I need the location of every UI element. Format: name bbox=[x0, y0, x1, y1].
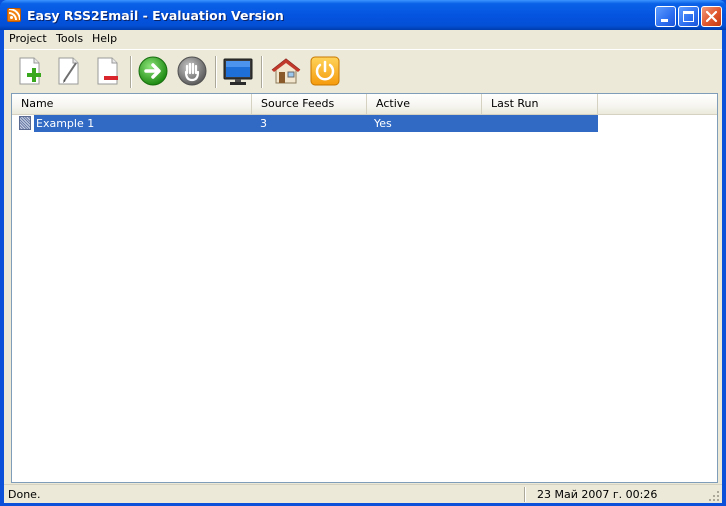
home-icon bbox=[271, 58, 301, 84]
status-datetime: 23 Май 2007 г. 00:26 bbox=[537, 488, 658, 501]
project-list[interactable]: Name Source Feeds Active Last Run Exampl… bbox=[11, 93, 718, 483]
project-icon bbox=[19, 116, 31, 130]
list-item[interactable]: Example 1 3 Yes bbox=[19, 115, 599, 132]
edit-project-icon bbox=[58, 57, 79, 85]
monitor-icon bbox=[223, 58, 253, 85]
add-project-icon bbox=[19, 57, 41, 85]
add-project-button[interactable] bbox=[13, 54, 47, 88]
minimize-button[interactable] bbox=[655, 6, 676, 27]
power-icon bbox=[310, 56, 340, 86]
stop-button[interactable] bbox=[175, 54, 209, 88]
monitor-button[interactable] bbox=[221, 54, 255, 88]
toolbar-separator bbox=[130, 56, 132, 88]
close-button[interactable] bbox=[701, 6, 722, 27]
toolbar bbox=[4, 50, 722, 92]
run-icon bbox=[138, 56, 168, 86]
menu-tools[interactable]: Tools bbox=[56, 32, 83, 45]
stop-icon bbox=[177, 56, 207, 86]
close-icon bbox=[705, 10, 718, 23]
delete-project-button[interactable] bbox=[91, 54, 125, 88]
run-button[interactable] bbox=[136, 54, 170, 88]
column-header-source-feeds[interactable]: Source Feeds bbox=[252, 94, 367, 114]
edit-project-button[interactable] bbox=[52, 54, 86, 88]
delete-project-icon bbox=[97, 57, 118, 85]
power-button[interactable] bbox=[308, 54, 342, 88]
column-header-name[interactable]: Name bbox=[12, 94, 252, 114]
cell-source-feeds: 3 bbox=[260, 117, 267, 130]
main-window: Easy RSS2Email - Evaluation Version Proj… bbox=[0, 0, 726, 506]
rss-icon[interactable] bbox=[7, 8, 21, 22]
status-bar: Done. 23 Май 2007 г. 00:26 bbox=[4, 484, 722, 503]
status-divider bbox=[524, 487, 526, 502]
column-header-last-run[interactable]: Last Run bbox=[482, 94, 598, 114]
cell-name: Example 1 bbox=[36, 117, 95, 130]
minimize-icon bbox=[661, 19, 668, 22]
window-title: Easy RSS2Email - Evaluation Version bbox=[27, 8, 284, 23]
menu-project[interactable]: Project bbox=[9, 32, 47, 45]
selected-row-highlight: Example 1 3 Yes bbox=[34, 115, 598, 132]
toolbar-separator bbox=[261, 56, 263, 88]
maximize-icon bbox=[683, 11, 694, 22]
menu-bar: Project Tools Help bbox=[4, 30, 722, 50]
title-bar[interactable]: Easy RSS2Email - Evaluation Version bbox=[0, 0, 726, 30]
resize-grip-icon[interactable] bbox=[708, 490, 720, 502]
status-text: Done. bbox=[8, 488, 41, 501]
client-area: Project Tools Help Name Source Feeds Act… bbox=[4, 30, 722, 503]
column-header-active[interactable]: Active bbox=[367, 94, 482, 114]
maximize-button[interactable] bbox=[678, 6, 699, 27]
menu-help[interactable]: Help bbox=[92, 32, 117, 45]
list-header: Name Source Feeds Active Last Run bbox=[12, 94, 717, 115]
home-button[interactable] bbox=[269, 54, 303, 88]
cell-active: Yes bbox=[374, 117, 392, 130]
toolbar-separator bbox=[215, 56, 217, 88]
